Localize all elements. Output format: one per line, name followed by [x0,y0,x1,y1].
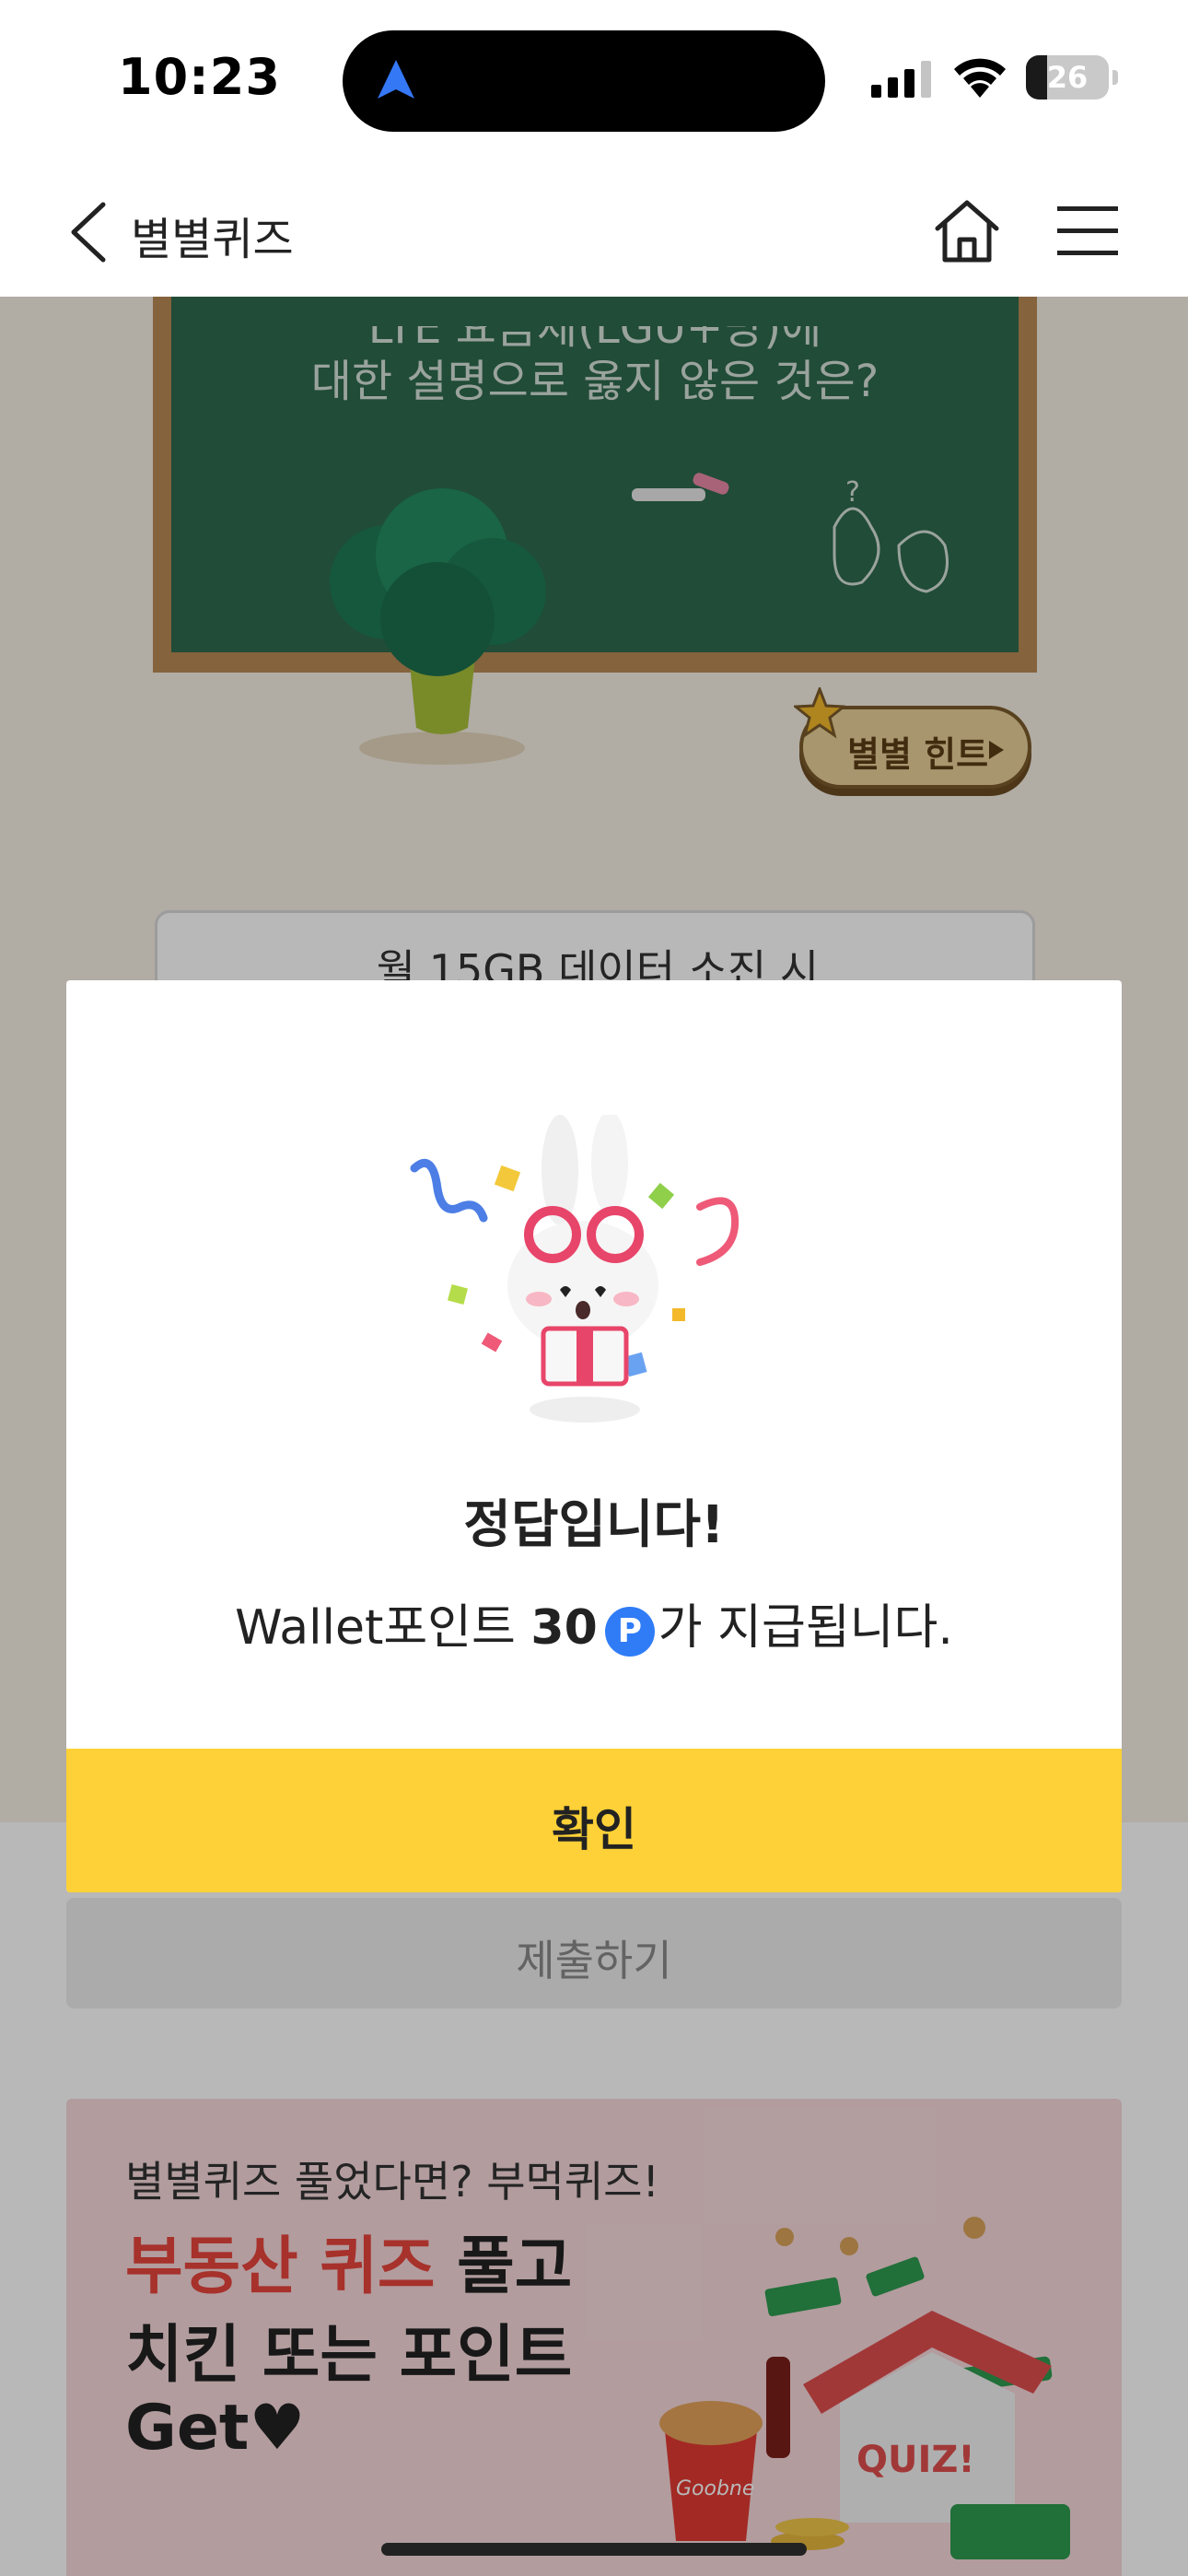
msg-suffix: 가 지급됩니다. [658,1600,953,1656]
modal-message: Wallet포인트 30 P 가 지급됩니다. [66,1588,1122,1657]
status-time: 10:23 [118,48,281,106]
menu-icon[interactable] [1055,199,1120,263]
confirm-button[interactable]: 확인 [66,1749,1122,1892]
dynamic-island [343,30,825,132]
home-indicator[interactable] [381,2543,807,2556]
confirm-label: 확인 [552,1803,636,1856]
nav-header: 별별퀴즈 [0,166,1188,297]
signal-icon [871,61,931,98]
point-badge-icon: P [604,1607,655,1657]
modal-title: 정답입니다! [463,1495,725,1555]
points-value: 30 [530,1600,598,1656]
battery-icon: 26 [1026,55,1109,100]
page-title: 별별퀴즈 [131,214,294,265]
wifi-icon [954,58,1006,98]
battery-level: 26 [1046,60,1089,95]
rabbit-gift-illustration [410,1115,740,1423]
navigation-arrow-icon [378,60,414,99]
result-modal: 정답입니다! Wallet포인트 30 P 가 지급됩니다. 확인 [66,980,1122,1892]
back-icon[interactable] [63,197,118,267]
msg-prefix: Wallet포인트 [235,1600,531,1656]
home-icon[interactable] [930,193,1004,267]
status-bar: 10:23 26 [0,0,1188,166]
battery-nub [1112,70,1118,85]
